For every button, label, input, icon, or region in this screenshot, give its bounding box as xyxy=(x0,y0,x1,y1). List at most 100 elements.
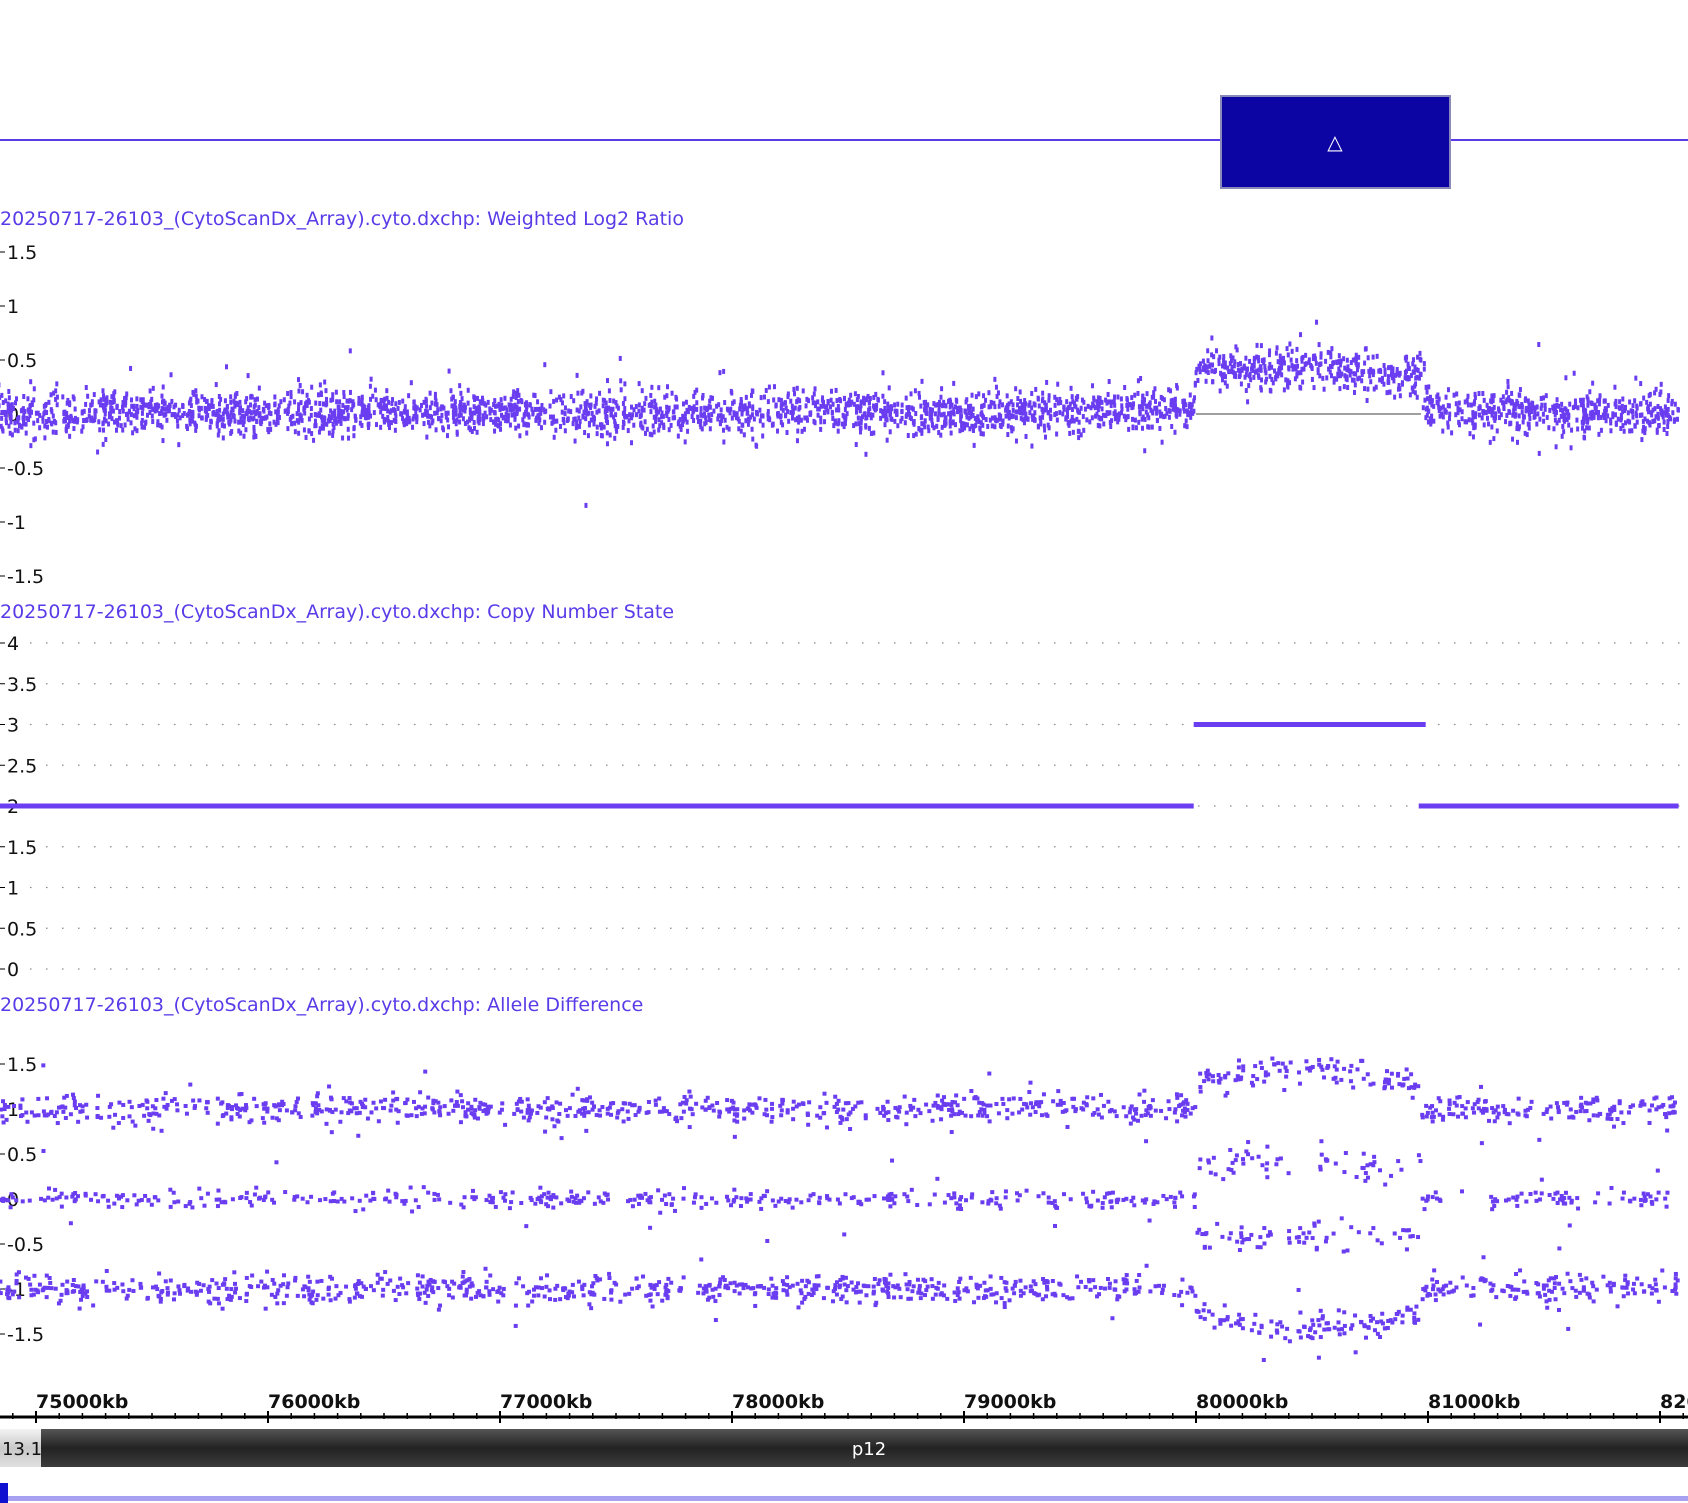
log2-ratio-point xyxy=(1091,401,1095,407)
allele-difference-point xyxy=(717,1293,722,1298)
allele-difference-point xyxy=(590,1100,595,1105)
allele-difference-point xyxy=(667,1192,672,1197)
log2-ratio-point xyxy=(896,401,900,407)
log2-ratio-point xyxy=(1115,414,1119,420)
allele-difference-point xyxy=(924,1288,929,1293)
log2-ratio-point xyxy=(560,409,564,415)
log2-ratio-point xyxy=(965,414,969,420)
allele-difference-point xyxy=(47,1276,52,1281)
allele-difference-point xyxy=(902,1094,907,1099)
log2-ratio-point xyxy=(908,415,912,421)
allele-difference-point xyxy=(524,1224,529,1229)
log2-ratio-point xyxy=(1586,398,1590,404)
log2-ratio-point xyxy=(54,420,58,426)
allele-difference-point xyxy=(1255,1077,1260,1082)
log2-ratio-point xyxy=(102,427,106,433)
allele-difference-point xyxy=(880,1287,885,1292)
log2-ratio-point xyxy=(1542,418,1546,424)
y-tick-label: 0.5 xyxy=(7,918,37,940)
allele-difference-point xyxy=(60,1282,65,1287)
allele-difference-point xyxy=(469,1296,474,1301)
log2-ratio-point xyxy=(584,405,588,411)
log2-ratio-point xyxy=(47,416,51,422)
log2-ratio-point xyxy=(385,395,389,401)
log2-ratio-point xyxy=(473,410,477,416)
log2-ratio-point xyxy=(289,390,293,396)
allele-difference-point xyxy=(258,1195,263,1200)
allele-difference-point xyxy=(1479,1141,1484,1146)
allele-difference-point xyxy=(283,1190,288,1195)
log2-ratio-point xyxy=(1286,384,1290,390)
log2-ratio-point xyxy=(924,399,928,405)
log2-ratio-point xyxy=(574,425,578,431)
log2-ratio-point xyxy=(1163,413,1167,419)
log2-ratio-point xyxy=(0,423,3,429)
log2-ratio-point xyxy=(609,412,613,418)
allele-difference-point xyxy=(172,1200,177,1205)
allele-difference-point xyxy=(1001,1101,1006,1106)
allele-difference-point xyxy=(1399,1167,1404,1172)
log2-ratio-point xyxy=(1335,359,1339,365)
log2-ratio-point xyxy=(369,396,373,402)
log2-ratio-point xyxy=(129,397,133,403)
allele-difference-point xyxy=(1046,1195,1051,1200)
log2-ratio-point xyxy=(972,423,976,429)
log2-ratio-point xyxy=(1014,438,1018,444)
log2-ratio-point xyxy=(1473,399,1477,405)
log2-ratio-point xyxy=(761,422,765,428)
allele-difference-point xyxy=(691,1200,696,1205)
allele-difference-point xyxy=(1456,1114,1461,1119)
allele-difference-point xyxy=(1301,1231,1306,1236)
log2-ratio-point xyxy=(1043,407,1047,413)
allele-difference-point xyxy=(1312,1223,1317,1228)
log2-ratio-point xyxy=(325,401,329,407)
log2-ratio-point xyxy=(354,417,358,423)
allele-difference-point xyxy=(1218,1318,1223,1323)
allele-difference-point xyxy=(885,1289,890,1294)
log2-ratio-point xyxy=(1249,377,1253,383)
allele-difference-point xyxy=(749,1286,754,1291)
allele-difference-point xyxy=(270,1197,275,1202)
log2-ratio-point xyxy=(1127,426,1131,432)
log2-ratio-point xyxy=(590,410,594,416)
allele-difference-point xyxy=(134,1202,139,1207)
allele-difference-point xyxy=(95,1115,100,1120)
log2-ratio-point xyxy=(1053,394,1057,400)
log2-ratio-point xyxy=(328,418,332,424)
log2-ratio-point xyxy=(1133,417,1137,423)
log2-ratio-point xyxy=(1317,342,1321,348)
allele-difference-point xyxy=(215,1121,220,1126)
log2-ratio-point xyxy=(434,427,438,433)
log2-ratio-point xyxy=(658,406,662,412)
log2-ratio-point xyxy=(7,388,11,394)
log2-ratio-point xyxy=(313,418,317,424)
log2-ratio-point xyxy=(1490,393,1494,399)
allele-difference-point xyxy=(220,1114,225,1119)
log2-ratio-point xyxy=(1369,379,1373,385)
log2-ratio-point xyxy=(804,403,808,409)
cnv-viewer[interactable]: △ 20250717-26103_(CytoScanDx_Array).cyto… xyxy=(0,0,1688,1503)
allele-difference-point xyxy=(1607,1280,1612,1285)
y-tick-label: 1 xyxy=(7,1099,19,1121)
allele-difference-point xyxy=(229,1117,234,1122)
log2-ratio-point xyxy=(674,394,678,400)
allele-difference-point xyxy=(607,1276,612,1281)
log2-ratio-point xyxy=(238,410,242,416)
log2-ratio-point xyxy=(125,391,129,397)
allele-difference-point xyxy=(1091,1278,1096,1283)
log2-ratio-point xyxy=(1353,382,1357,388)
allele-difference-point xyxy=(1000,1096,1005,1101)
log2-ratio-point xyxy=(1314,360,1318,366)
allele-difference-point xyxy=(1528,1192,1533,1197)
log2-ratio-point xyxy=(531,410,535,416)
allele-difference-point xyxy=(1251,1074,1256,1079)
allele-difference-point xyxy=(724,1194,729,1199)
log2-ratio-point xyxy=(766,399,770,405)
log2-ratio-point xyxy=(1424,384,1428,390)
log2-ratio-point xyxy=(1116,394,1120,400)
allele-difference-point xyxy=(498,1190,503,1195)
allele-difference-point xyxy=(1221,1177,1226,1182)
allele-difference-point xyxy=(1310,1236,1315,1241)
log2-ratio-point xyxy=(623,406,627,412)
log2-ratio-point xyxy=(1006,423,1010,429)
